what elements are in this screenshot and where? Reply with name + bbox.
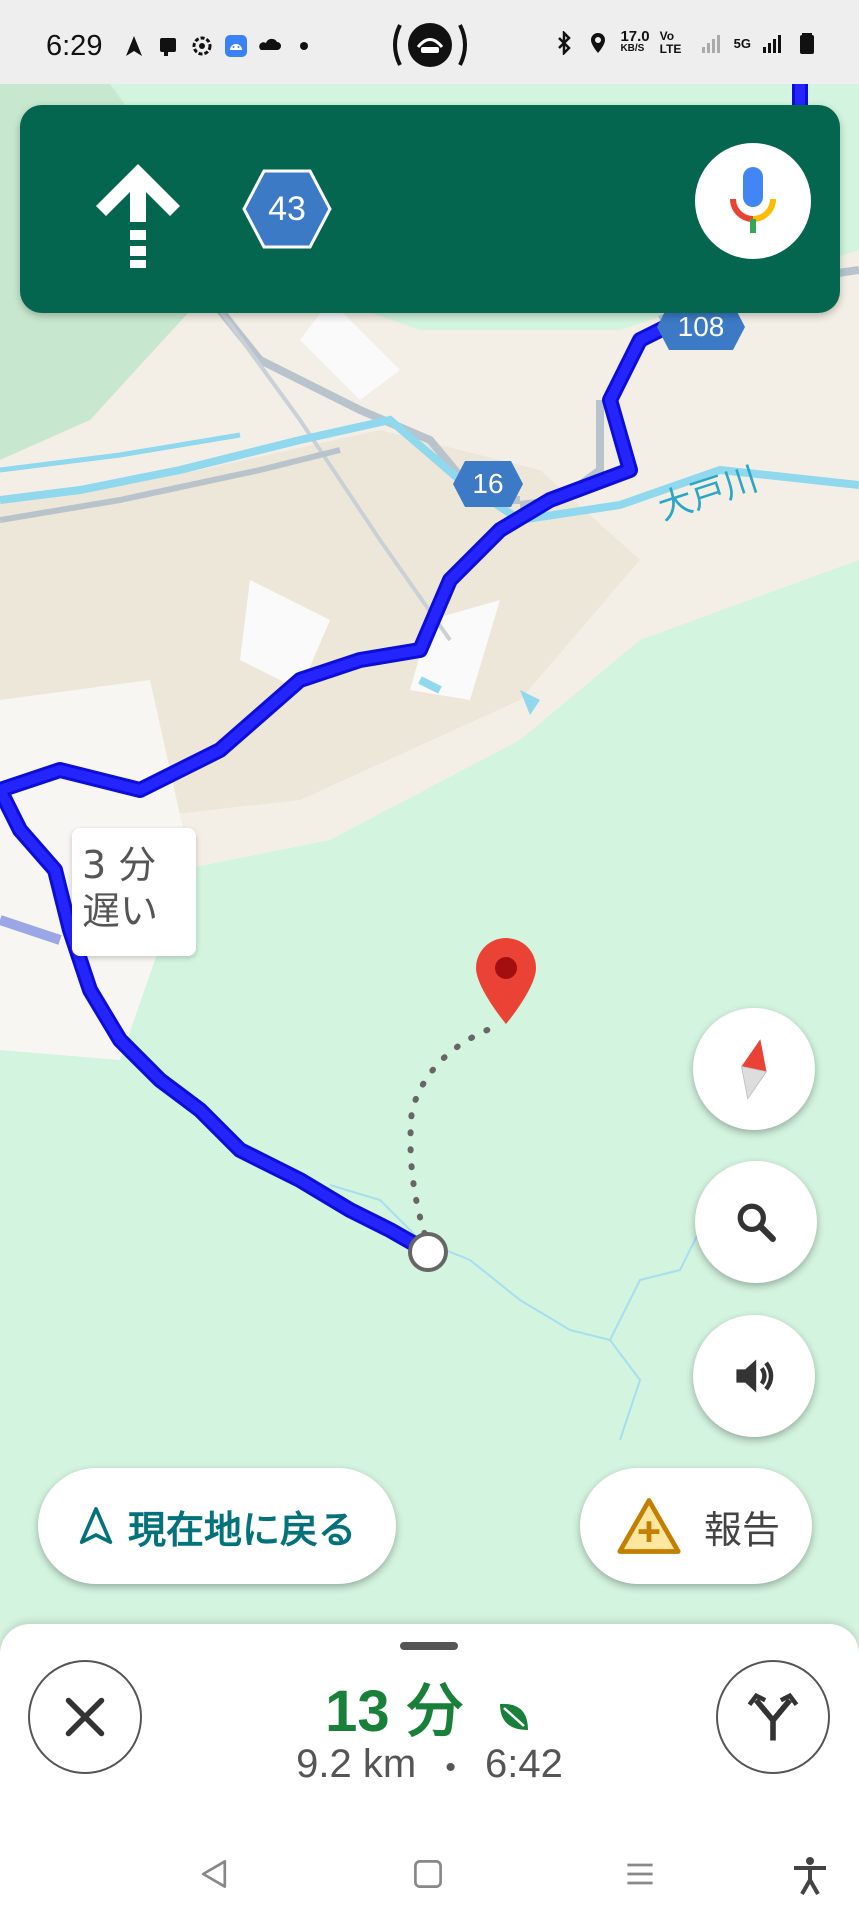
navigation-arrow-icon xyxy=(126,36,142,56)
destination-pin-icon[interactable] xyxy=(474,936,538,1026)
notification-icons xyxy=(122,34,316,58)
delay-tag[interactable]: 3 分 遅い xyxy=(72,828,196,956)
signal-2-icon xyxy=(763,35,781,53)
report-button[interactable]: 報告 xyxy=(580,1468,812,1584)
system-status-icons: 17.0 KB/S Vo LTE 5G xyxy=(552,28,819,56)
system-navigation-bar xyxy=(0,1834,859,1920)
compass-button[interactable] xyxy=(693,1008,815,1130)
alternate-routes-button[interactable] xyxy=(716,1660,830,1774)
delay-tag-line2: 遅い xyxy=(82,889,159,933)
home-icon[interactable] xyxy=(410,1856,446,1892)
report-warning-icon xyxy=(617,1498,681,1554)
navigation-instruction-banner[interactable]: 43 xyxy=(20,105,840,313)
trip-summary-sheet[interactable]: 13 分 9.2 km • 6:42 xyxy=(0,1624,859,1834)
hotspot-icon xyxy=(393,23,467,67)
network-type: 5G xyxy=(733,35,751,51)
network-speed-unit: KB/S xyxy=(620,43,645,54)
route-shield-16: 16 xyxy=(453,461,523,507)
route-shield-43-label: 43 xyxy=(268,189,306,228)
route-fork-icon xyxy=(747,1692,799,1741)
sheet-drag-handle[interactable] xyxy=(400,1642,458,1650)
bluetooth-icon xyxy=(558,31,572,55)
trip-arrival-time: 6:42 xyxy=(484,1742,563,1786)
navigation-arrow-outline-icon xyxy=(79,1507,113,1544)
search-button[interactable] xyxy=(695,1161,817,1283)
compass-icon xyxy=(740,1039,768,1100)
battery-icon xyxy=(800,33,814,54)
delay-tag-line1: 3 分 xyxy=(82,843,157,887)
eco-leaf-icon xyxy=(499,1703,528,1730)
current-location-marker xyxy=(408,1232,448,1272)
mic-icon xyxy=(730,167,776,233)
route-shield-108-label: 108 xyxy=(677,311,725,342)
location-icon xyxy=(591,33,606,53)
status-bar: 6:29 17.0 KB/S Vo LTE 5G xyxy=(0,0,859,84)
trip-duration-value: 13 分 xyxy=(325,1679,464,1744)
status-time: 6:29 xyxy=(46,30,103,62)
dot-icon xyxy=(300,42,308,50)
network-speed: 17.0 KB/S xyxy=(620,28,650,55)
network-speed-value: 17.0 xyxy=(620,28,650,45)
straight-arrow-icon xyxy=(96,164,180,268)
recenter-button[interactable]: 現在地に戻る xyxy=(38,1468,396,1584)
search-icon xyxy=(737,1203,776,1242)
cloud-icon xyxy=(259,38,281,50)
route-shield-16-label: 16 xyxy=(472,468,504,499)
recenter-label: 現在地に戻る xyxy=(128,1507,357,1552)
settings-icon xyxy=(192,36,212,56)
signal-1-icon xyxy=(701,35,720,53)
trip-distance: 9.2 km xyxy=(296,1742,417,1786)
report-label: 報告 xyxy=(704,1507,781,1552)
route-shield-43: 43 xyxy=(242,169,332,249)
volume-icon xyxy=(736,1359,774,1393)
app-notification-icon xyxy=(160,38,176,56)
recents-icon[interactable] xyxy=(622,1856,658,1892)
back-icon[interactable] xyxy=(196,1856,232,1892)
trip-separator: • xyxy=(445,1751,456,1784)
android-icon xyxy=(225,35,247,57)
sound-button[interactable] xyxy=(693,1315,815,1437)
accessibility-icon[interactable] xyxy=(790,1856,830,1896)
volte-indicator: Vo LTE xyxy=(659,29,682,56)
voice-search-button[interactable] xyxy=(695,143,811,259)
